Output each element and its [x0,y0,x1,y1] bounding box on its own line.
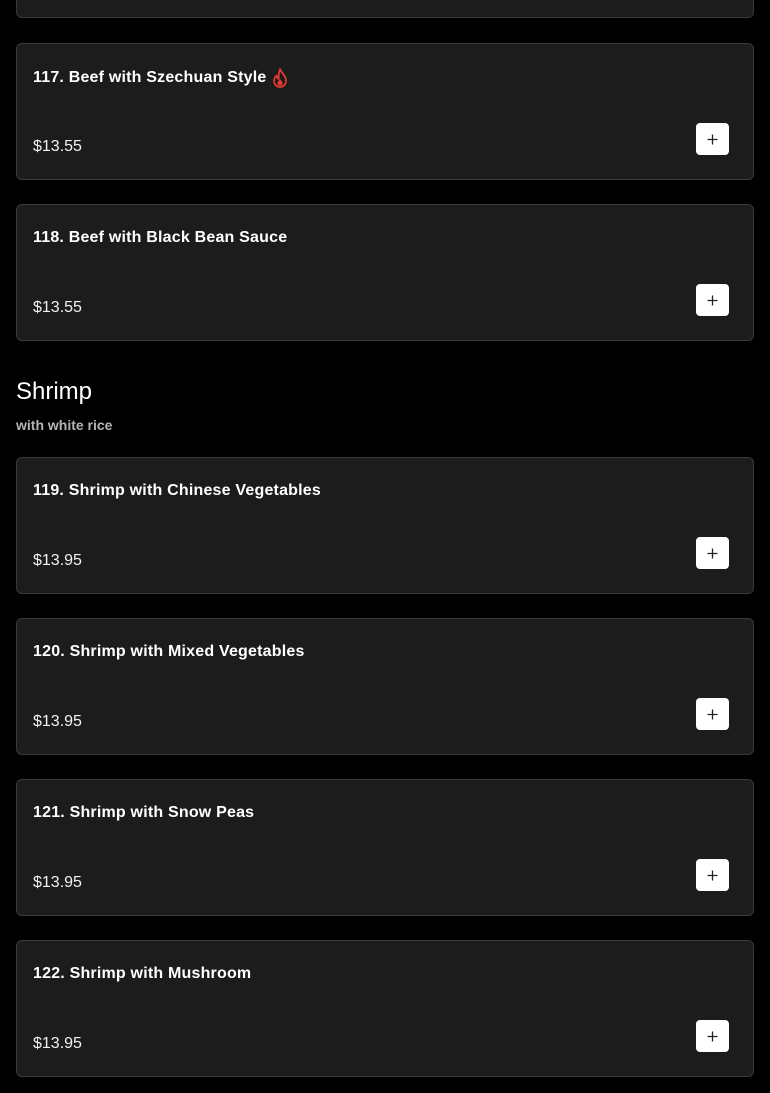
menu-item-name: 117. Beef with Szechuan Style [33,69,267,86]
menu-item-price: $13.95 [33,713,82,730]
menu-item-name: 121. Shrimp with Snow Peas [33,804,255,821]
plus-icon [707,134,718,144]
fire-icon [272,68,288,88]
add-to-cart-button[interactable] [696,284,729,316]
section-subtitle: with white rice [16,417,113,433]
menu-page: 117. Beef with Szechuan Style $13.55 118… [0,0,770,1093]
add-to-cart-button[interactable] [696,698,729,730]
menu-item-card[interactable]: 121. Shrimp with Snow Peas $13.95 [16,779,754,916]
menu-item-price: $13.95 [33,552,82,569]
menu-item-price: $13.55 [33,138,82,155]
menu-item-price: $13.55 [33,299,82,316]
plus-icon [707,870,718,880]
menu-item-name: 118. Beef with Black Bean Sauce [33,229,288,246]
menu-item-title-row: 120. Shrimp with Mixed Vegetables [33,643,305,661]
menu-item-price: $13.95 [33,1035,82,1052]
menu-item-price: $13.95 [33,874,82,891]
menu-item-title-row: 118. Beef with Black Bean Sauce [33,229,287,247]
menu-item-title-row: 121. Shrimp with Snow Peas [33,804,254,822]
menu-item-card[interactable]: 118. Beef with Black Bean Sauce $13.55 [16,204,754,341]
menu-item-card[interactable]: 117. Beef with Szechuan Style $13.55 [16,43,754,180]
menu-item-card[interactable]: 119. Shrimp with Chinese Vegetables $13.… [16,457,754,594]
menu-item-card-partial[interactable] [16,0,754,18]
add-to-cart-button[interactable] [696,1020,729,1052]
plus-icon [707,295,718,305]
menu-item-name: 122. Shrimp with Mushroom [33,965,252,982]
menu-item-card[interactable]: 120. Shrimp with Mixed Vegetables $13.95 [16,618,754,755]
menu-item-title-row: 117. Beef with Szechuan Style [33,68,288,88]
menu-item-title-row: 122. Shrimp with Mushroom [33,965,251,983]
menu-item-card[interactable]: 122. Shrimp with Mushroom $13.95 [16,940,754,1077]
menu-item-title-row: 119. Shrimp with Chinese Vegetables [33,482,321,500]
menu-item-name: 120. Shrimp with Mixed Vegetables [33,643,305,660]
add-to-cart-button[interactable] [696,859,729,891]
add-to-cart-button[interactable] [696,123,729,155]
plus-icon [707,548,718,558]
plus-icon [707,1031,718,1041]
menu-item-name: 119. Shrimp with Chinese Vegetables [33,482,321,499]
add-to-cart-button[interactable] [696,537,729,569]
section-title: Shrimp [16,378,93,405]
plus-icon [707,709,718,719]
